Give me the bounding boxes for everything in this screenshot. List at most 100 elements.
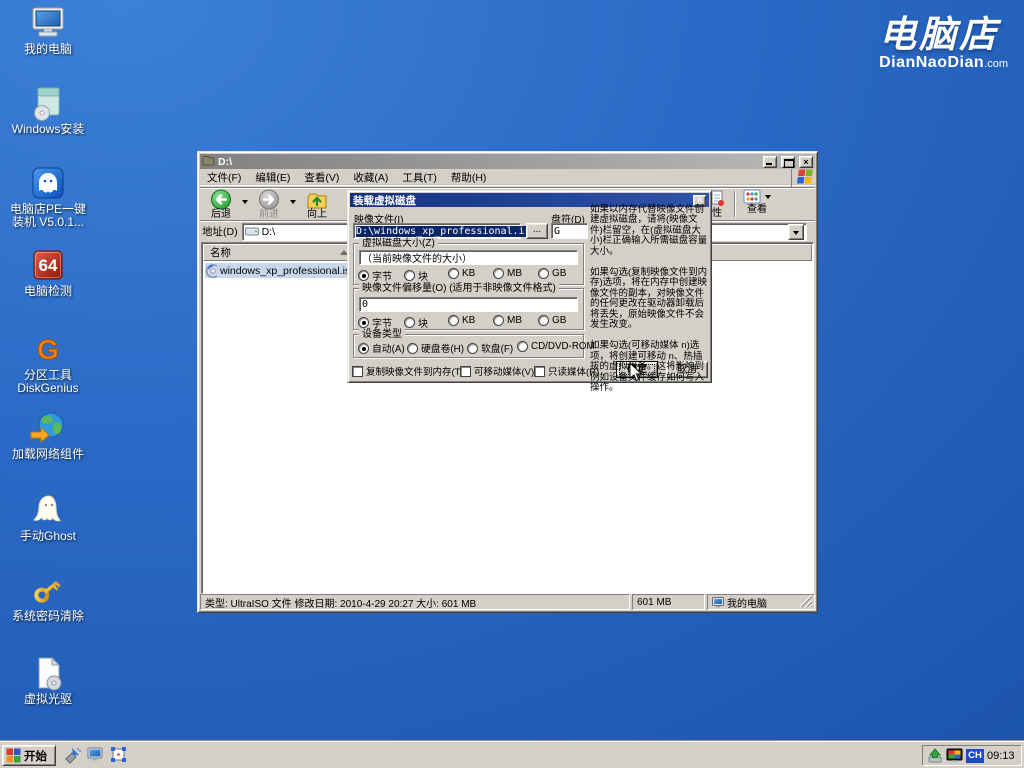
checkbox-removable-media[interactable]: 可移动媒体(V): [460, 364, 534, 378]
mount-virtual-disk-dialog: 装载虚拟磁盘 × 映像文件(I) 盘符(D) D:\windows_xp_pro…: [347, 190, 712, 393]
device-type-group: 设备类型 自动(A) 硬盘卷(H) 软盘(F) CD/DVD-ROM: [353, 329, 595, 358]
windows-flag-icon: [791, 168, 813, 187]
quicklaunch-show-desktop-icon[interactable]: [87, 746, 105, 764]
column-name[interactable]: 名称: [203, 244, 355, 261]
desktop-icon-windows-install[interactable]: Windows安装: [0, 84, 96, 136]
browse-button[interactable]: ...: [526, 223, 548, 239]
menu-file[interactable]: 文件(F): [200, 169, 248, 186]
help-paragraph: 如果勾选(可移动媒体 n)选项，将创建可移动 n、热插拔的虚拟设备。这将影响到例…: [590, 340, 705, 394]
menu-tools[interactable]: 工具(T): [395, 169, 443, 186]
white-ghost-icon: [29, 491, 67, 529]
offset-value: 0: [362, 299, 369, 310]
device-cdrom[interactable]: CD/DVD-ROM: [517, 341, 595, 352]
menu-view[interactable]: 查看(V): [297, 169, 346, 186]
views-label: 查看: [747, 204, 767, 215]
offset-unit-bytes[interactable]: 字节: [358, 315, 392, 330]
back-button[interactable]: 后退: [204, 189, 238, 220]
device-label: 软盘(F): [481, 344, 514, 355]
clock[interactable]: 09:13: [987, 750, 1015, 762]
desktop-icon-pe-installer[interactable]: 电脑店PE一键 装机 V5.0.1...: [0, 164, 96, 229]
menu-help[interactable]: 帮助(H): [444, 169, 494, 186]
image-file-value: D:\windows_xp_professional.iso: [356, 225, 537, 237]
image-offset-legend: 映像文件偏移量(O) (适用于非映像文件格式): [359, 283, 559, 294]
back-icon: [211, 189, 231, 210]
desktop-icon-label: Windows安装: [11, 122, 85, 136]
document-cd-icon: [29, 654, 67, 692]
explorer-titlebar[interactable]: D:\ ×: [200, 154, 815, 169]
checkbox-icon: [534, 365, 545, 377]
device-label: CD/DVD-ROM: [531, 341, 595, 352]
views-dropdown-icon: [765, 195, 771, 199]
image-offset-group: 映像文件偏移量(O) (适用于非映像文件格式) 0 字节 块 KB MB GB: [353, 283, 584, 330]
status-bar: 类型: UltraISO 文件 修改日期: 2010-4-29 20:27 大小…: [200, 594, 815, 610]
explorer-title: D:\: [218, 155, 232, 168]
close-button[interactable]: ×: [799, 155, 813, 168]
checkbox-copy-to-memory[interactable]: 复制映像文件到内存(T): [352, 364, 464, 378]
language-indicator[interactable]: CH: [966, 748, 984, 763]
up-label: 向上: [307, 209, 327, 220]
drive-letter-value: G: [554, 225, 561, 237]
offset-input[interactable]: 0: [359, 297, 578, 312]
device-type-legend: 设备类型: [359, 329, 405, 340]
gold-key-icon: [29, 571, 67, 609]
dialog-title: 装载虚拟磁盘: [353, 194, 416, 207]
safely-remove-icon[interactable]: [927, 748, 943, 763]
size-unit-mb[interactable]: MB: [493, 268, 522, 279]
offset-unit-gb[interactable]: GB: [538, 315, 566, 326]
size-unit-bytes[interactable]: 字节: [358, 268, 392, 283]
status-zone: 我的电脑: [707, 594, 815, 610]
back-dropdown-icon[interactable]: [242, 200, 248, 204]
address-dropdown-button[interactable]: [787, 223, 804, 240]
desktop-icon-virtual-cdrom[interactable]: 虚拟光驱: [0, 654, 96, 706]
resize-grip[interactable]: [799, 594, 812, 607]
quicklaunch-paint-tool-icon[interactable]: [64, 746, 82, 764]
device-auto[interactable]: 自动(A): [358, 341, 405, 355]
display-settings-icon[interactable]: [946, 748, 963, 764]
my-computer-small-icon: [712, 596, 724, 607]
offset-unit-kb[interactable]: KB: [448, 315, 475, 326]
disk-size-input[interactable]: （当前映像文件的大小）: [359, 250, 578, 265]
device-hdd[interactable]: 硬盘卷(H): [407, 341, 464, 355]
mouse-cursor: [629, 362, 643, 382]
desktop-icon-label: 分区工具 DiskGenius: [17, 368, 79, 395]
radio-icon: [538, 268, 549, 279]
device-label: 硬盘卷(H): [421, 344, 464, 355]
toolbar-separator: [734, 191, 736, 217]
radio-icon: [407, 342, 418, 354]
unit-label: 字节: [372, 272, 392, 283]
start-label: 开始: [24, 750, 47, 763]
device-floppy[interactable]: 软盘(F): [467, 341, 513, 355]
device-label: 自动(A): [372, 344, 405, 355]
radio-on-icon: [358, 342, 369, 354]
desktop-icon-password-clear[interactable]: 系统密码清除: [0, 571, 96, 623]
quicklaunch-desktop-preview-icon[interactable]: [110, 746, 128, 764]
menu-edit[interactable]: 编辑(E): [248, 169, 297, 186]
desktop-icon-diskgenius[interactable]: G 分区工具 DiskGenius: [0, 330, 96, 395]
offset-unit-mb[interactable]: MB: [493, 315, 522, 326]
size-unit-gb[interactable]: GB: [538, 268, 566, 279]
unit-label: KB: [462, 315, 476, 326]
forward-button[interactable]: 前进: [252, 189, 286, 220]
desktop-icon-pc-check[interactable]: 64 电脑检测: [0, 246, 96, 298]
image-file-input[interactable]: D:\windows_xp_professional.iso: [353, 223, 537, 239]
size-unit-blocks[interactable]: 块: [404, 268, 428, 283]
desktop-icon-load-network[interactable]: 加载网络组件: [0, 409, 96, 461]
desktop-icon-manual-ghost[interactable]: 手动Ghost: [0, 491, 96, 543]
iso-file-icon: [206, 263, 217, 278]
offset-unit-blocks[interactable]: 块: [404, 315, 428, 330]
maximize-button[interactable]: [781, 155, 795, 168]
views-button[interactable]: 查看: [738, 189, 776, 220]
minimize-button[interactable]: [763, 155, 777, 168]
size-unit-kb[interactable]: KB: [448, 268, 475, 279]
checkbox-icon: [460, 365, 471, 377]
file-row-iso[interactable]: windows_xp_professional.iso: [205, 263, 357, 278]
desktop-icon-my-computer[interactable]: 我的电脑: [0, 4, 96, 56]
desktop-icon-label: 加载网络组件: [11, 447, 84, 461]
drive-letter-input[interactable]: G: [551, 223, 588, 239]
unit-label: GB: [552, 315, 567, 326]
start-button[interactable]: 开始: [2, 745, 56, 766]
forward-dropdown-icon[interactable]: [290, 200, 296, 204]
up-button[interactable]: 向上: [300, 189, 334, 220]
menu-favorites[interactable]: 收藏(A): [346, 169, 395, 186]
drive-icon: [244, 227, 259, 236]
